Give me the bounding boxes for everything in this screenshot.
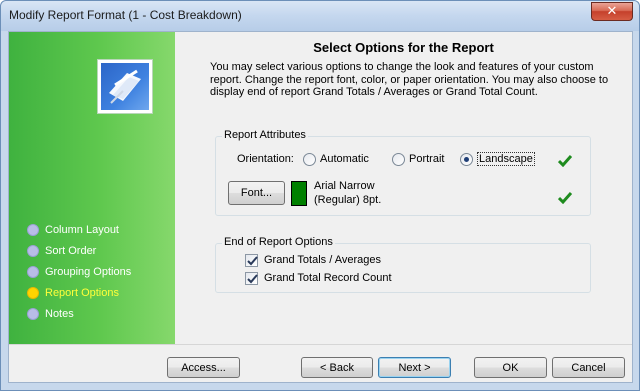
radio-label: Landscape [477, 152, 535, 166]
step-sort-order[interactable]: Sort Order [27, 245, 131, 266]
step-notes[interactable]: Notes [27, 308, 131, 329]
green-check-icon [558, 155, 572, 167]
checkbox-label: Grand Total Record Count [264, 272, 392, 284]
page-title: Select Options for the Report [313, 40, 494, 55]
cancel-button[interactable]: Cancel [552, 357, 625, 378]
window-title: Modify Report Format (1 - Cost Breakdown… [9, 8, 242, 22]
step-bullet-icon [27, 224, 39, 236]
group-title: Report Attributes [222, 129, 308, 141]
back-button[interactable]: < Back [301, 357, 373, 378]
orientation-row: Orientation: Automatic Portrait Landscap… [216, 152, 592, 169]
checkmark-icon [247, 274, 258, 284]
radio-label: Portrait [409, 153, 445, 165]
checkmark-icon [247, 256, 258, 266]
step-grouping-options[interactable]: Grouping Options [27, 266, 131, 287]
orientation-label: Orientation: [237, 153, 294, 165]
step-label: Notes [45, 308, 74, 320]
checkbox[interactable] [245, 272, 258, 285]
wizard-steps: Column Layout Sort Order Grouping Option… [27, 224, 131, 329]
title-bar[interactable]: Modify Report Format (1 - Cost Breakdown… [1, 1, 639, 31]
font-style: (Regular) 8pt. [314, 194, 382, 206]
step-bullet-icon [27, 266, 39, 278]
orientation-automatic-radio[interactable]: Automatic [303, 153, 369, 167]
font-name: Arial Narrow [314, 180, 375, 192]
intro-text: You may select various options to change… [210, 61, 609, 98]
report-attributes-group: Report Attributes Orientation: Automatic… [215, 129, 592, 216]
report-format-icon [97, 59, 153, 114]
end-of-report-group: End of Report Options Grand Totals / Ave… [215, 236, 591, 293]
radio-button[interactable] [392, 153, 405, 166]
grand-totals-checkbox[interactable]: Grand Totals / Averages [245, 254, 381, 268]
next-button[interactable]: Next > [378, 357, 451, 378]
group-title: End of Report Options [222, 236, 335, 248]
orientation-landscape-radio[interactable]: Landscape [460, 152, 535, 167]
step-label: Column Layout [45, 224, 119, 236]
step-label: Sort Order [45, 245, 97, 257]
step-bullet-icon [27, 245, 39, 257]
dialog-body: Column Layout Sort Order Grouping Option… [8, 31, 633, 383]
ok-button[interactable]: OK [474, 357, 547, 378]
font-color-swatch[interactable] [291, 181, 307, 206]
checkbox-label: Grand Totals / Averages [264, 254, 381, 266]
radio-label: Automatic [320, 153, 369, 165]
grand-total-count-checkbox[interactable]: Grand Total Record Count [245, 272, 392, 286]
step-label: Grouping Options [45, 266, 132, 278]
step-label: Report Options [45, 287, 119, 299]
green-check-icon [558, 192, 572, 204]
options-panel: Select Options for the Report You may se… [175, 32, 632, 344]
access-button[interactable]: Access... [167, 357, 240, 378]
font-description: Arial Narrow (Regular) 8pt. [314, 179, 381, 207]
footer-divider [9, 344, 632, 345]
radio-button[interactable] [303, 153, 316, 166]
checkbox[interactable] [245, 254, 258, 267]
radio-button-selected[interactable] [460, 153, 473, 166]
font-button[interactable]: Font... [228, 181, 285, 205]
step-column-layout[interactable]: Column Layout [27, 224, 131, 245]
step-report-options[interactable]: Report Options [27, 287, 131, 308]
step-bullet-icon [27, 308, 39, 320]
orientation-portrait-radio[interactable]: Portrait [392, 153, 444, 167]
wizard-sidebar: Column Layout Sort Order Grouping Option… [9, 32, 175, 344]
close-icon: ✕ [606, 4, 618, 19]
close-button[interactable]: ✕ [591, 2, 633, 21]
step-bullet-icon [27, 287, 39, 299]
dialog-window: Modify Report Format (1 - Cost Breakdown… [0, 0, 640, 391]
